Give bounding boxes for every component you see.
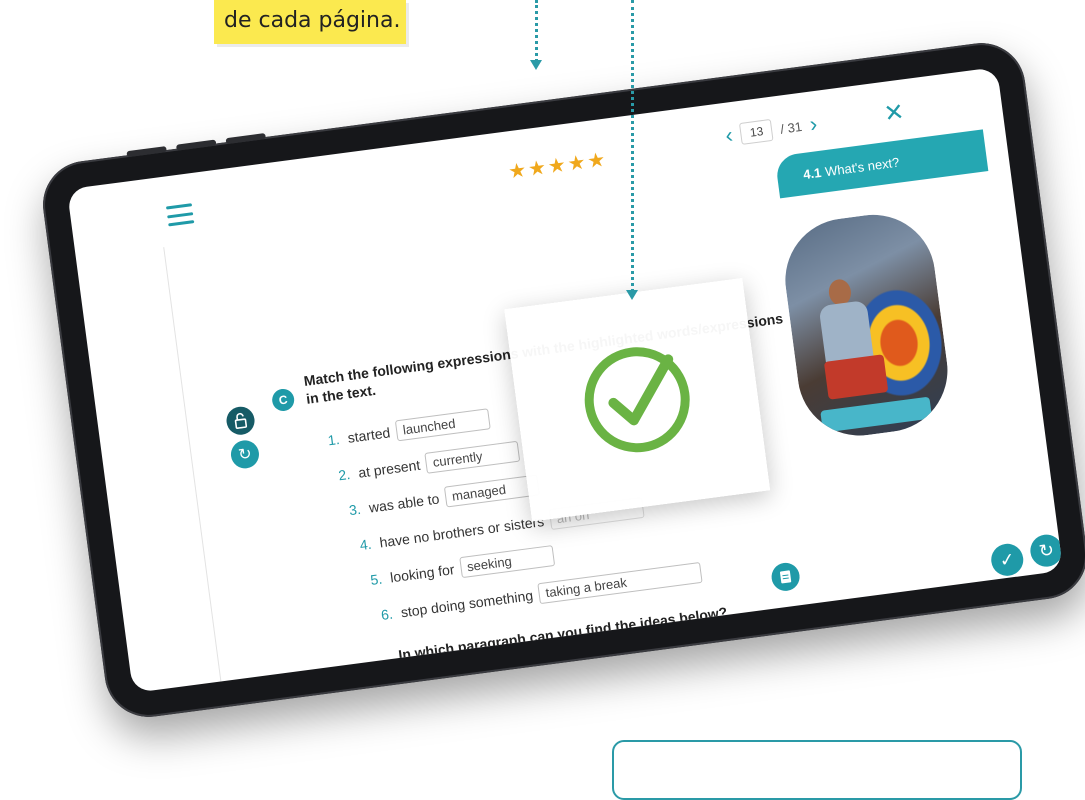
bottom-note-box	[612, 740, 1022, 800]
question-c-badge: C	[270, 387, 296, 413]
check-icon	[584, 347, 690, 453]
page-total: / 31	[779, 118, 803, 137]
list-item: 5. looking for seeking	[369, 545, 555, 590]
pointer-arrow-2	[626, 290, 638, 300]
chevron-right-icon[interactable]: ›	[808, 111, 819, 137]
item-prompt: stop doing something	[399, 586, 534, 620]
answer-field[interactable]: seeking	[458, 545, 555, 579]
item-prompt: was able to	[367, 490, 441, 516]
callout-note: de cada página.	[214, 0, 406, 44]
page-number-input[interactable]: 13	[739, 118, 774, 145]
list-item: 1. started launched	[326, 408, 491, 450]
menu-icon[interactable]	[165, 203, 195, 227]
item-prompt: looking for	[389, 560, 456, 585]
refresh-icon[interactable]: ↻	[229, 438, 261, 471]
top-pager: ‹ 13 / 31 ›	[724, 111, 819, 148]
close-icon[interactable]: ✕	[882, 98, 906, 129]
tablet-device: ★★★★★ ‹ 13 / 31 › ✕ 4.1 What's next? ↻ C…	[37, 37, 1085, 723]
pointer-line-2	[631, 0, 634, 292]
item-prompt: at present	[357, 456, 422, 481]
unit-tab[interactable]: 4.1 What's next?	[774, 129, 989, 199]
success-overlay	[504, 277, 771, 522]
item-number: 1.	[326, 430, 341, 448]
item-number: 4.	[358, 535, 373, 553]
chevron-left-icon[interactable]: ‹	[724, 122, 735, 148]
document-icon[interactable]	[769, 561, 802, 593]
photo-artisan	[777, 207, 956, 444]
item-number: 3.	[348, 500, 362, 518]
check-icon[interactable]: ✓	[989, 541, 1026, 578]
list-item: 2. at present currently	[337, 440, 521, 486]
answer-field[interactable]: managed	[443, 474, 540, 508]
photo-detail	[823, 354, 889, 400]
photo-detail	[820, 396, 933, 433]
pointer-line-1	[535, 0, 538, 62]
item-number: 2.	[337, 465, 352, 483]
answer-field[interactable]: launched	[394, 408, 491, 442]
item-prompt: started	[346, 423, 392, 446]
callout-text: de cada página.	[224, 8, 401, 33]
answer-field[interactable]: currently	[424, 440, 521, 474]
unit-title: What's next?	[824, 154, 901, 179]
answer-field[interactable]: taking a break	[537, 561, 703, 605]
divider	[163, 247, 225, 694]
pointer-arrow-1	[530, 60, 542, 70]
item-prompt: have no brothers or sisters	[378, 512, 545, 551]
rating-stars: ★★★★★	[507, 148, 609, 184]
refresh-icon[interactable]: ↻	[1028, 532, 1064, 569]
lock-icon[interactable]	[224, 404, 257, 437]
unit-number: 4.1	[802, 164, 823, 182]
item-number: 5.	[369, 570, 384, 588]
item-number: 6.	[379, 605, 394, 623]
